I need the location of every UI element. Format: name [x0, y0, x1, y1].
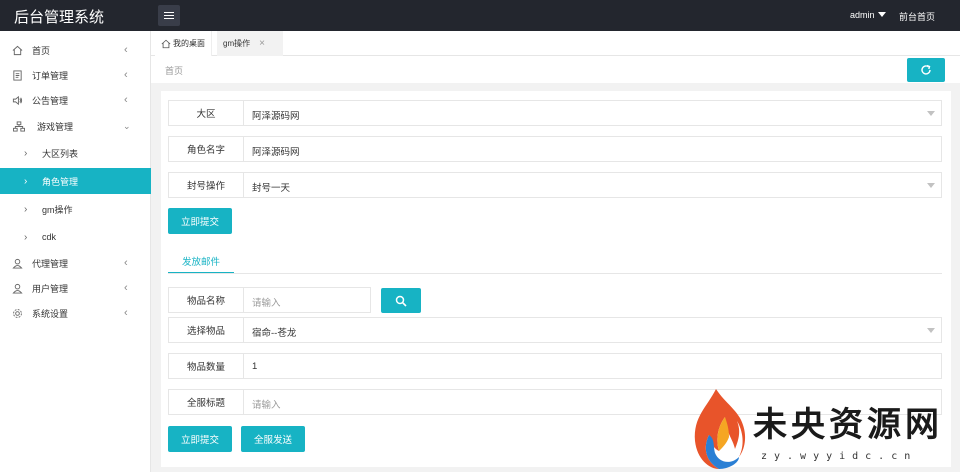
refresh-icon	[921, 64, 931, 75]
submit-button[interactable]: 立即提交	[168, 208, 232, 234]
caret-down-icon	[877, 12, 886, 17]
field-value: 1	[252, 361, 258, 372]
search-button[interactable]	[381, 288, 421, 313]
field-label: 封号操作	[169, 173, 244, 197]
gear-icon	[13, 308, 22, 318]
sidebar-item-label: 大区列表	[42, 148, 79, 159]
user-icon	[12, 283, 23, 294]
chevron-left-icon: ‹	[124, 94, 128, 106]
field-label: 物品数量	[169, 354, 244, 378]
hamburger-icon	[164, 14, 174, 17]
user-icon	[12, 258, 23, 269]
sidebar-item-home[interactable]: 首页 ‹	[0, 37, 151, 63]
front-page-link[interactable]: 前台首页	[899, 10, 935, 23]
sidebar-item-label: 公告管理	[32, 95, 69, 106]
refresh-button[interactable]	[907, 58, 945, 82]
sidebar-item-label: 代理管理	[32, 258, 69, 269]
user-menu[interactable]: admin	[850, 10, 886, 20]
chevron-right-icon: ›	[24, 147, 28, 159]
item-name-input[interactable]: 请输入	[252, 295, 281, 309]
tab-desktop[interactable]: 我的桌面	[155, 31, 212, 56]
chevron-left-icon: ‹	[124, 282, 128, 294]
field-label: 角色名字	[169, 137, 244, 161]
tab-divider	[168, 273, 942, 274]
region-select[interactable]: 大区 阿泽源码网	[168, 100, 942, 126]
select-item-select[interactable]: 选择物品 宿命--苍龙	[168, 317, 942, 343]
dropdown-arrow-icon	[927, 328, 935, 333]
chevron-left-icon: ‹	[124, 44, 128, 56]
role-name-field[interactable]: 角色名字 阿泽源码网	[168, 136, 942, 162]
sidebar-item-label: 系统设置	[32, 308, 69, 319]
sidebar-item-settings[interactable]: 系统设置 ‹	[0, 300, 151, 326]
tab-bar: 我的桌面 gm操作 ×	[151, 31, 960, 56]
sitemap-icon	[13, 120, 25, 132]
chevron-down-icon: ⌄	[123, 120, 131, 131]
breadcrumb[interactable]: 首页	[165, 64, 183, 77]
dropdown-arrow-icon	[927, 183, 935, 188]
home-icon	[12, 45, 23, 55]
sidebar-item-label: cdk	[42, 232, 57, 242]
field-value: 阿泽源码网	[252, 147, 300, 158]
tab-label: 我的桌面	[173, 39, 205, 48]
ban-action-select[interactable]: 封号操作 封号一天	[168, 172, 942, 198]
field-label: 物品名称	[169, 288, 244, 312]
chevron-right-icon: ›	[24, 175, 28, 187]
sidebar-item-label: 首页	[32, 45, 51, 56]
search-icon	[395, 295, 407, 307]
chevron-right-icon: ›	[24, 231, 28, 243]
username: admin	[850, 10, 875, 20]
tab-send-mail[interactable]: 发放邮件	[168, 249, 234, 274]
sidebar-subitem-gm[interactable]: › gm操作	[0, 196, 151, 222]
sidebar-item-label: 游戏管理	[37, 121, 74, 132]
home-icon	[161, 39, 171, 48]
field-value: 阿泽源码网	[252, 111, 300, 122]
dropdown-arrow-icon	[927, 111, 935, 116]
tab-label: gm操作	[223, 39, 251, 48]
submit-mail-button[interactable]: 立即提交	[168, 426, 232, 452]
sidebar-subitem-regions[interactable]: › 大区列表	[0, 140, 151, 166]
document-icon	[13, 69, 22, 81]
send-all-button[interactable]: 全服发送	[241, 426, 305, 452]
sidebar-item-users[interactable]: 用户管理 ‹	[0, 275, 151, 301]
close-icon[interactable]: ×	[259, 38, 265, 49]
sidebar-subitem-cdk[interactable]: › cdk	[0, 224, 151, 250]
flame-logo-icon	[694, 389, 746, 469]
field-label: 选择物品	[169, 318, 244, 342]
server-title-input[interactable]: 请输入	[252, 397, 281, 411]
watermark-title: 未央资源网	[753, 405, 943, 445]
field-value: 宿命--苍龙	[252, 328, 297, 339]
watermark: 未央资源网 zy.wyyidc.cn	[683, 385, 960, 472]
sidebar-item-label: 用户管理	[32, 283, 69, 294]
menu-toggle-button[interactable]	[158, 5, 180, 26]
chevron-right-icon: ›	[24, 203, 28, 215]
top-header: 后台管理系统 admin 前台首页	[0, 0, 960, 31]
field-label: 全服标题	[169, 390, 244, 414]
sidebar-item-label: 角色管理	[42, 176, 79, 187]
chevron-left-icon: ‹	[124, 307, 128, 319]
sidebar-item-games[interactable]: 游戏管理 ⌄	[0, 113, 151, 139]
field-value: 封号一天	[252, 183, 291, 194]
sidebar-item-agents[interactable]: 代理管理 ‹	[0, 250, 151, 276]
tab-gm[interactable]: gm操作 ×	[217, 31, 283, 56]
sidebar-item-notices[interactable]: 公告管理 ‹	[0, 87, 151, 113]
sidebar: 首页 ‹ 订单管理 ‹ 公告管理 ‹ 游戏管理 ⌄ › 大区列表 › 角色管理 …	[0, 31, 151, 472]
item-name-field[interactable]: 物品名称 请输入	[168, 287, 371, 313]
item-quantity-field[interactable]: 物品数量 1	[168, 353, 942, 379]
chevron-left-icon: ‹	[124, 257, 128, 269]
sidebar-item-label: 订单管理	[32, 70, 69, 81]
speaker-icon	[12, 95, 23, 105]
sidebar-subitem-roles[interactable]: › 角色管理	[0, 168, 151, 194]
app-title: 后台管理系统	[14, 9, 105, 26]
sidebar-item-orders[interactable]: 订单管理 ‹	[0, 62, 151, 88]
breadcrumb-bar: 首页	[151, 56, 960, 83]
field-label: 大区	[169, 101, 244, 125]
watermark-url: zy.wyyidc.cn	[761, 451, 918, 462]
chevron-left-icon: ‹	[124, 69, 128, 81]
sidebar-item-label: gm操作	[42, 204, 73, 215]
